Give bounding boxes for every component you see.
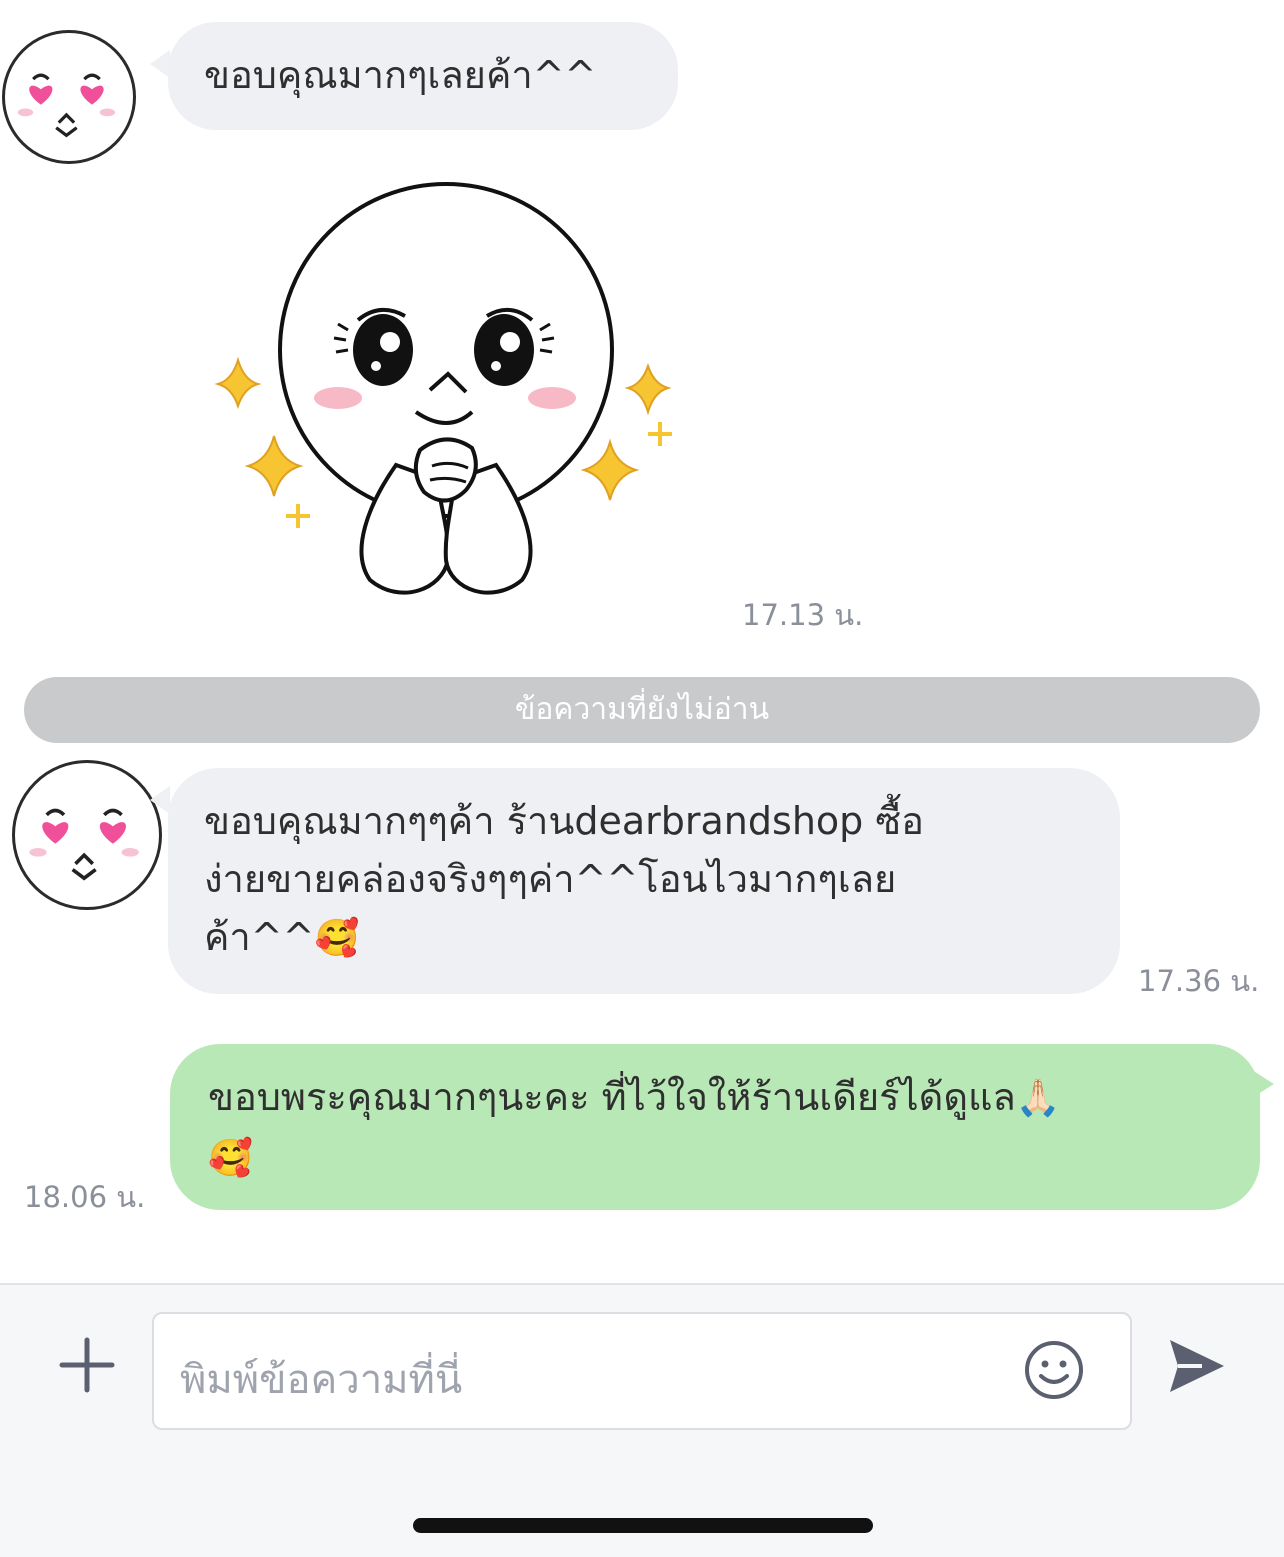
contact-avatar[interactable] xyxy=(2,30,136,164)
contact-avatar[interactable] xyxy=(12,760,162,910)
plus-icon[interactable] xyxy=(58,1336,116,1394)
message-text-line: ค้า^^ xyxy=(204,915,315,959)
smiling-face-with-hearts-emoji: 🥰 xyxy=(314,918,360,959)
folded-hands-emoji: 🙏🏻 xyxy=(1015,1078,1061,1119)
message-input[interactable]: พิมพ์ข้อความที่นี่ xyxy=(152,1312,1132,1430)
heart-eyes-face-icon xyxy=(17,73,116,138)
send-icon[interactable] xyxy=(1164,1334,1228,1398)
message-text-line: ขอบพระคุณมากๆนะคะ ที่ไว้ใจให้ร้านเดียร์ไ… xyxy=(208,1075,1016,1119)
message-input-placeholder: พิมพ์ข้อความที่นี่ xyxy=(180,1357,463,1403)
message-text-line: ง่ายขายคล่องจริงๆๆค่า^^โอนไวมากๆเลย xyxy=(204,857,897,901)
incoming-message-bubble[interactable]: ขอบคุณมากๆเลยค้า^^ xyxy=(168,22,678,130)
incoming-message-bubble[interactable]: ขอบคุณมากๆๆค้า ร้านdearbrandshop ซื้อ ง่… xyxy=(168,768,1120,994)
message-timestamp: 17.36 น. xyxy=(1138,964,1260,998)
message-text-line: ขอบคุณมากๆๆค้า ร้านdearbrandshop ซื้อ xyxy=(204,799,924,843)
message-timestamp: 18.06 น. xyxy=(24,1180,146,1214)
outgoing-message-bubble[interactable]: ขอบพระคุณมากๆนะคะ ที่ไว้ใจให้ร้านเดียร์ไ… xyxy=(170,1044,1260,1210)
smiley-icon[interactable] xyxy=(1022,1338,1086,1402)
heart-eyes-face-icon xyxy=(29,808,139,881)
smiling-face-with-hearts-emoji: 🥰 xyxy=(208,1138,253,1179)
home-indicator xyxy=(413,1518,873,1533)
praying-moon-sticker[interactable] xyxy=(210,180,690,610)
message-text: ขอบคุณมากๆเลยค้า^^ xyxy=(204,53,597,97)
unread-messages-divider: ข้อความที่ยังไม่อ่าน xyxy=(24,677,1260,743)
message-timestamp: 17.13 น. xyxy=(742,598,864,632)
